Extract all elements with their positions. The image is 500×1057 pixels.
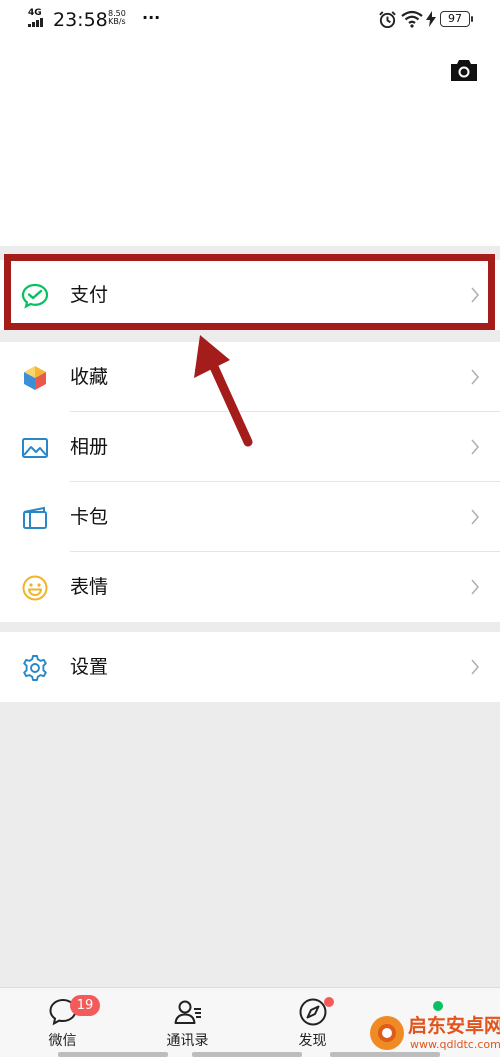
menu-item-label: 卡包 <box>70 506 109 528</box>
menu-item-stickers[interactable]: 表情 <box>0 552 500 622</box>
tab-label: 微信 <box>48 1033 77 1049</box>
menu-group-settings: 设置 <box>0 632 500 702</box>
battery-level: 97 <box>440 11 473 27</box>
watermark-logo-icon <box>370 1016 404 1050</box>
tab-contacts[interactable]: 通讯录 <box>125 988 250 1057</box>
menu-item-label: 设置 <box>70 656 109 678</box>
speed-unit: KB/s <box>108 17 126 26</box>
menu-group-pay: 支付 <box>0 260 500 330</box>
chevron-right-icon <box>471 439 480 455</box>
status-bar: 4G 23:58 8.50 KB/s ··· 97 <box>0 0 500 40</box>
charging-icon <box>426 11 436 27</box>
arrow-annotation-icon <box>194 335 253 447</box>
sticker-smile-icon <box>22 575 48 601</box>
menu-item-label: 相册 <box>70 436 109 458</box>
alarm-icon <box>379 11 396 29</box>
chevron-right-icon <box>471 509 480 525</box>
menu-item-label: 表情 <box>70 576 109 598</box>
tab-label: 通讯录 <box>166 1033 209 1049</box>
favorites-cube-icon <box>24 366 46 390</box>
card-wallet-icon <box>23 506 47 529</box>
menu-item-pay[interactable]: 支付 <box>0 260 500 330</box>
album-picture-icon <box>22 438 48 458</box>
camera-icon[interactable] <box>449 57 479 83</box>
profile-header <box>0 40 500 246</box>
watermark-title: 启东安卓网 <box>408 1015 500 1037</box>
tab-chats[interactable]: 19 微信 <box>0 988 125 1057</box>
new-activity-dot <box>324 997 334 1007</box>
contacts-icon <box>174 1000 201 1024</box>
menu-item-label: 支付 <box>70 284 109 306</box>
signal-icon <box>28 18 46 27</box>
chevron-right-icon <box>471 369 480 385</box>
chevron-right-icon <box>471 579 480 595</box>
wechat-pay-icon <box>21 283 49 309</box>
menu-item-settings[interactable]: 设置 <box>0 632 500 702</box>
menu-item-label: 收藏 <box>70 366 109 388</box>
wifi-icon <box>401 10 423 28</box>
watermark: 启东安卓网 www.qdldtc.com <box>370 1014 500 1057</box>
clock: 23:58 <box>53 9 108 31</box>
chevron-right-icon <box>471 659 480 675</box>
network-speed: 8.50 KB/s <box>108 10 126 26</box>
unread-badge: 19 <box>70 995 100 1016</box>
menu-item-cards[interactable]: 卡包 <box>0 482 500 552</box>
network-type: 4G <box>28 8 42 18</box>
tab-discover[interactable]: 发现 <box>250 988 375 1057</box>
more-notifications-icon: ··· <box>142 8 161 27</box>
chevron-right-icon <box>471 287 480 303</box>
person-icon <box>433 1001 443 1011</box>
settings-gear-icon <box>23 655 47 681</box>
tab-label: 发现 <box>298 1033 327 1049</box>
watermark-url: www.qdldtc.com <box>410 1038 500 1051</box>
